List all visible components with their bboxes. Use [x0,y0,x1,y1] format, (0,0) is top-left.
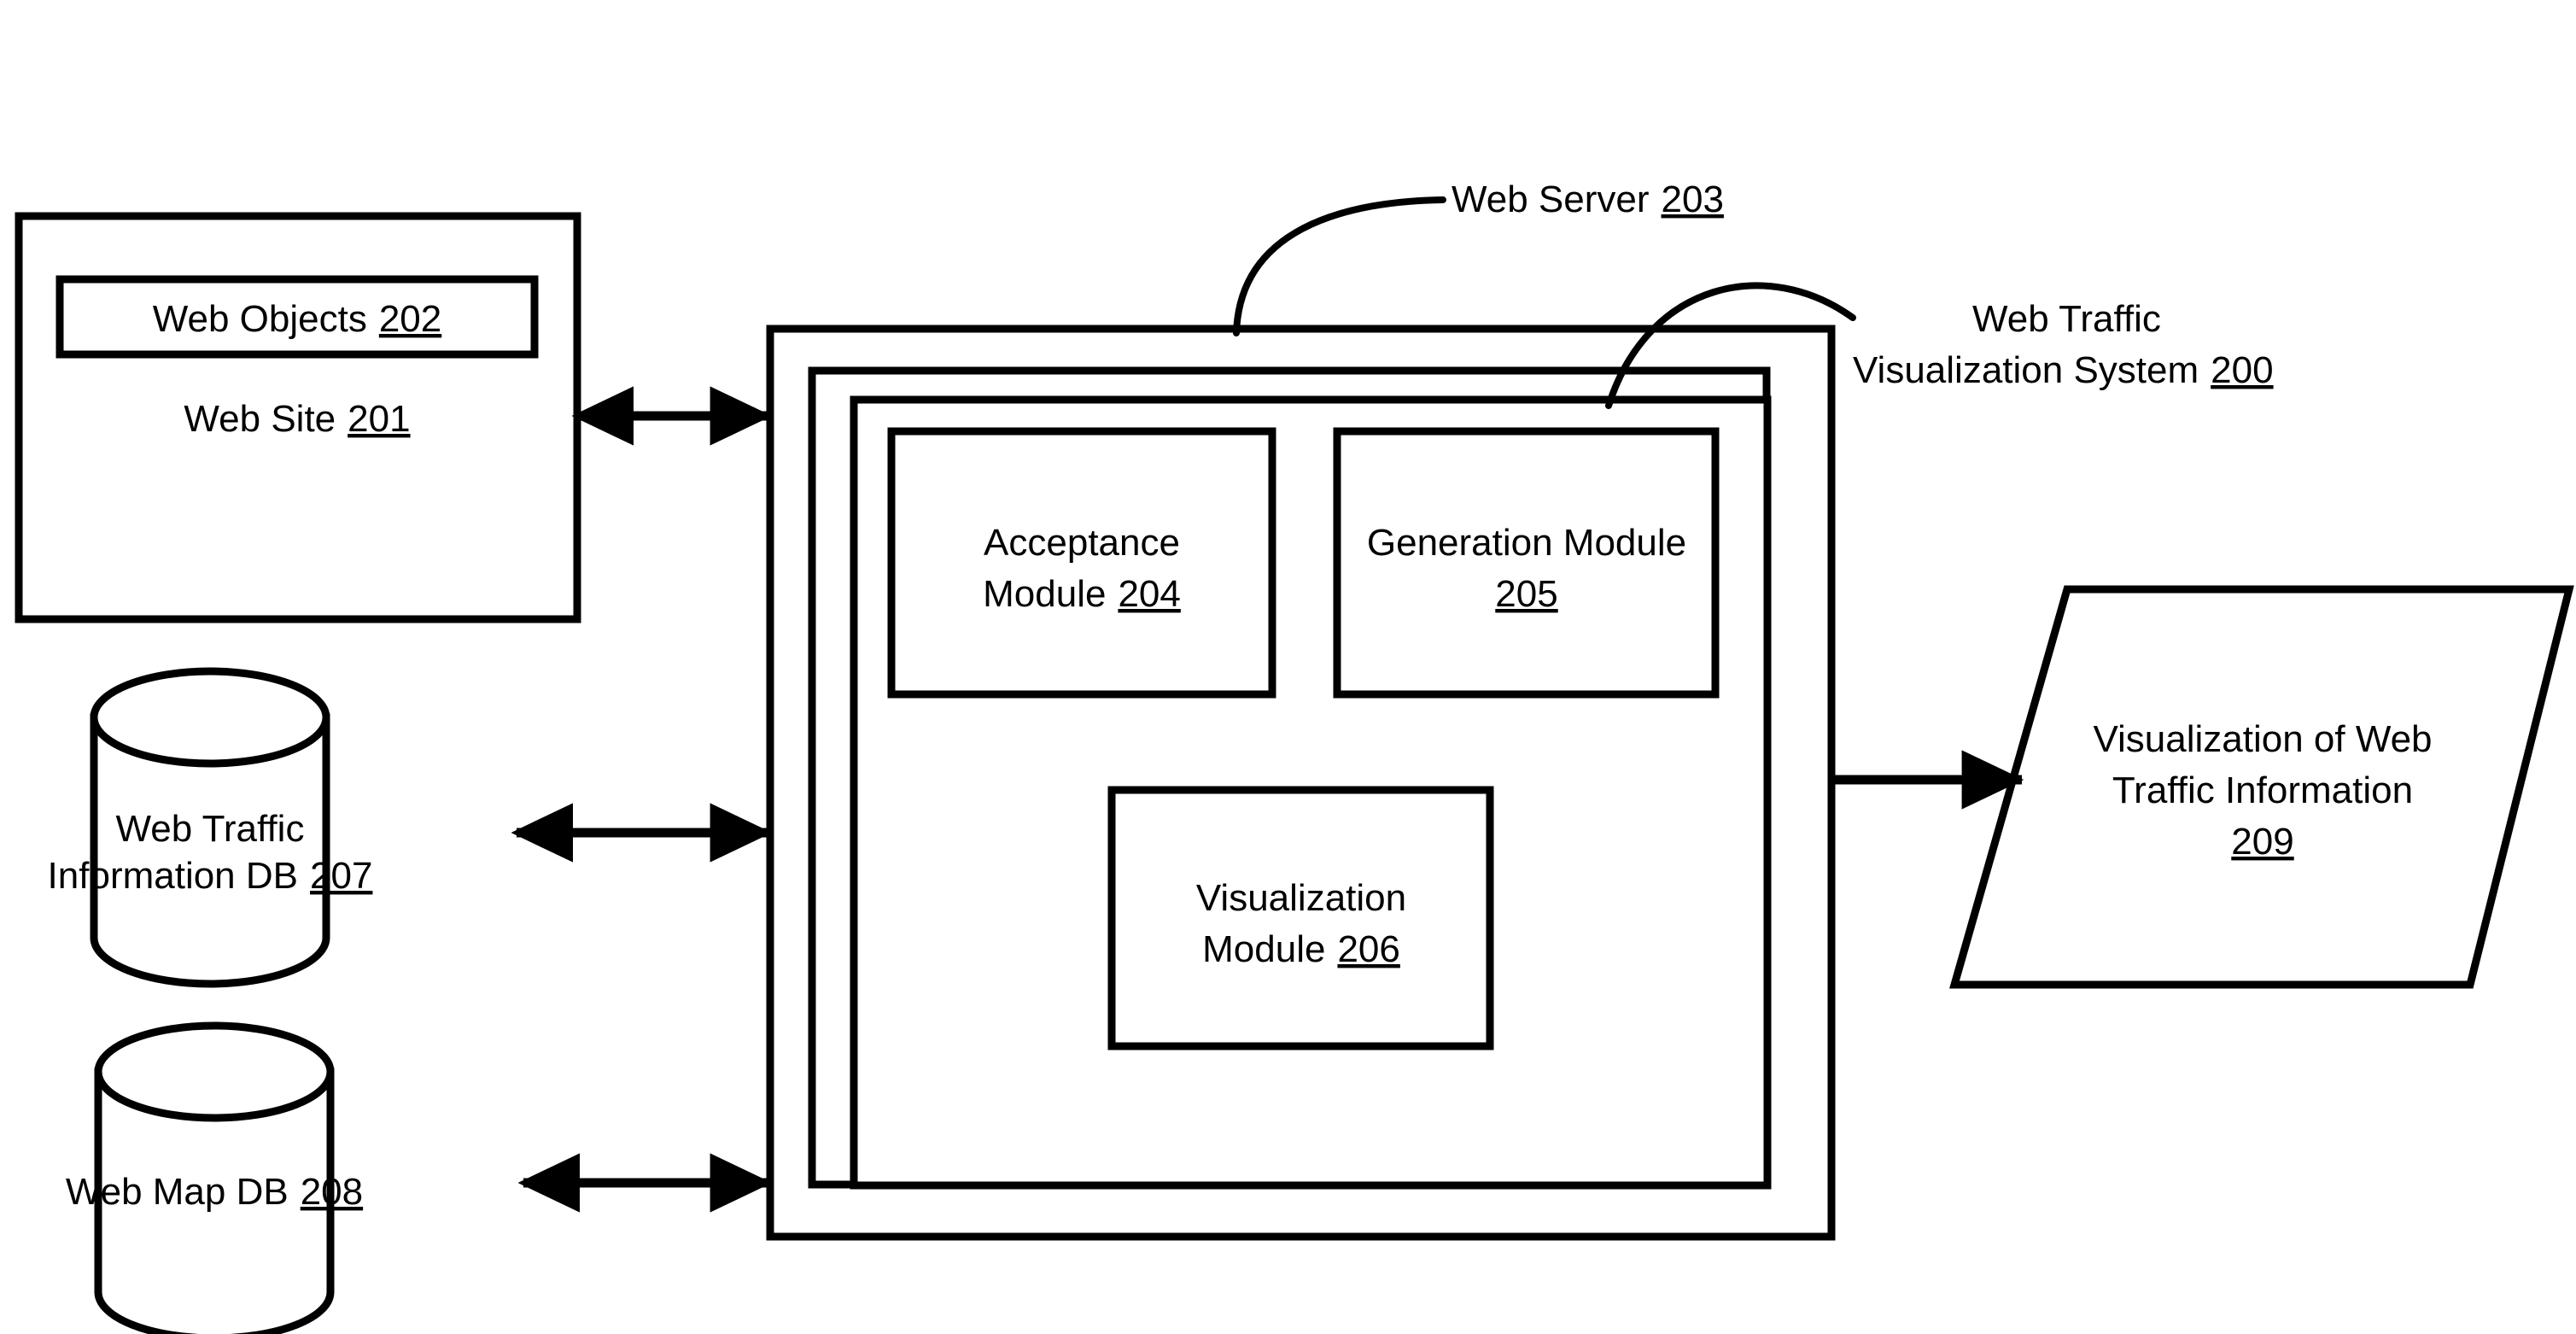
visualization-output-label-line1: Visualization of Web [2093,718,2432,760]
node-web-site[interactable]: Web Objects 202 Web Site 201 [15,212,581,623]
node-acceptance-module[interactable]: Acceptance Module 204 [887,427,1276,699]
visualization-module-label-line2: Module 206 [1202,928,1400,970]
node-web-server[interactable]: Acceptance Module 204 Generation Module 2… [808,366,1772,1190]
acceptance-module-label-line2: Module 204 [983,573,1181,615]
acceptance-module-label-line1: Acceptance [984,522,1180,564]
web-site-label: Web Site 201 [184,398,410,440]
node-web-traffic-db[interactable]: Web Traffic Information DB 207 [48,667,373,988]
node-visualization-module[interactable]: Visualization Module 206 [1107,786,1494,1050]
web-traffic-db-top [90,667,330,768]
web-map-db-top [94,1021,335,1122]
node-web-map-db[interactable]: Web Map DB 208 [66,1021,363,1334]
node-visualization-output[interactable]: Visualization of Web Traffic Information… [1949,585,2574,989]
visualization-output-ref: 209 [2231,821,2293,863]
node-generation-module[interactable]: Generation Module 205 [1333,427,1720,699]
block-diagram: Web Objects 202 Web Site 201 Web Traffic I… [15,178,2574,1334]
web-server-leader-line [1233,196,1446,336]
visualization-output-label-line2: Traffic Information [2112,769,2413,811]
web-server-label: Web Server 203 [1452,178,1724,220]
visualization-module-label-line1: Visualization [1196,877,1406,919]
web-traffic-db-label-line1: Web Traffic [116,808,305,850]
web-map-db-label: Web Map DB 208 [66,1171,363,1213]
web-objects-label: Web Objects 202 [153,298,442,340]
node-system[interactable]: Acceptance Module 204 Generation Module 2… [766,325,1836,1241]
generation-module-label-line2: 205 [1495,573,1557,615]
generation-module-label-line1: Generation Module [1367,522,1686,564]
callout-web-server: Web Server 203 [1233,178,1724,336]
web-traffic-db-label-line2: Information DB 207 [48,855,373,897]
system-label-line1: Web Traffic [1972,298,2161,340]
system-label-line2: Visualization System 200 [1853,349,2274,391]
node-web-objects[interactable]: Web Objects 202 [55,275,539,359]
figure-canvas: Web Objects 202 Web Site 201 Web Traffic I… [0,0,2576,1334]
